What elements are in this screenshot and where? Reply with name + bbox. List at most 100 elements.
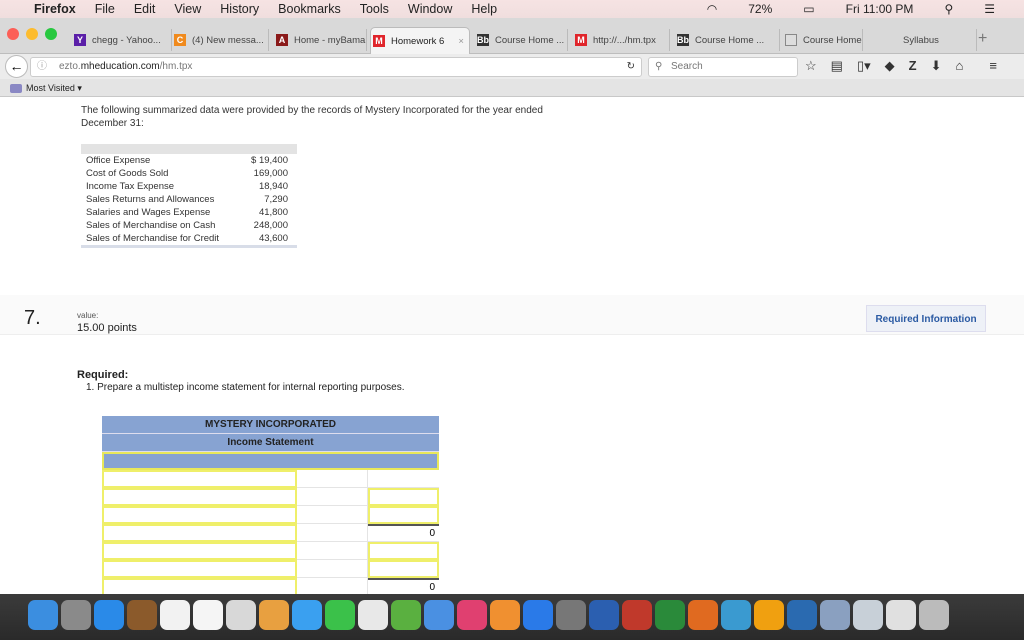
dock-app-icon[interactable]	[28, 600, 58, 630]
account-input[interactable]	[102, 578, 297, 594]
reload-icon[interactable]: ↻	[627, 58, 635, 76]
tab-label: Course Home	[803, 34, 862, 46]
menu-edit[interactable]: Edit	[134, 2, 156, 16]
amount-cell	[297, 506, 368, 524]
dock-app-icon[interactable]	[490, 600, 520, 630]
data-row: Salaries and Wages Expense 41,800	[81, 206, 297, 219]
points-value: 15.00 points	[77, 322, 137, 334]
dock-app-icon[interactable]	[160, 600, 190, 630]
dock-app-icon[interactable]	[325, 600, 355, 630]
dock-app-icon[interactable]	[193, 600, 223, 630]
tab[interactable]: A Home - myBama	[274, 29, 367, 51]
required-heading: Required:	[77, 369, 129, 381]
tab-favicon-icon: Y	[74, 34, 86, 46]
close-window-button[interactable]	[7, 28, 19, 40]
battery-percent[interactable]: 72%	[748, 2, 772, 16]
most-visited-button[interactable]: Most Visited ▾	[26, 83, 82, 93]
dock-app-icon[interactable]	[457, 600, 487, 630]
tab[interactable]: Mhttp://.../hm.tpx	[573, 29, 670, 51]
battery-icon[interactable]: ▭	[803, 2, 814, 16]
dock-app-icon[interactable]	[556, 600, 586, 630]
dock-app-icon[interactable]	[754, 600, 784, 630]
account-input[interactable]	[102, 560, 297, 578]
tab[interactable]: C (4) New messa...	[172, 29, 269, 51]
tab[interactable]: Course Home	[783, 29, 863, 51]
account-input[interactable]	[102, 506, 297, 524]
data-value: 169,000	[253, 168, 288, 179]
zotero-icon[interactable]: Z	[909, 58, 917, 74]
info-icon[interactable]: ⓘ	[37, 58, 47, 76]
search-input[interactable]: ⚲ Search	[648, 57, 798, 77]
dock-app-icon[interactable]	[391, 600, 421, 630]
account-input[interactable]	[102, 470, 297, 488]
dock-app-icon[interactable]	[94, 600, 124, 630]
home-icon[interactable]: ⌂	[956, 58, 964, 74]
dock-app-icon[interactable]	[688, 600, 718, 630]
pocket-icon[interactable]: ◆	[885, 58, 895, 74]
amount-input[interactable]	[368, 560, 439, 578]
minimize-window-button[interactable]	[26, 28, 38, 40]
spotlight-icon[interactable]: ⚲	[944, 2, 953, 16]
dock-app-icon[interactable]	[259, 600, 289, 630]
dock-app-icon[interactable]	[820, 600, 850, 630]
statement-row	[102, 470, 439, 488]
hamburger-menu-icon[interactable]: ≡	[989, 58, 997, 74]
dock-app-icon[interactable]	[127, 600, 157, 630]
dock-app-icon[interactable]	[853, 600, 883, 630]
dock-app-icon[interactable]	[787, 600, 817, 630]
clock[interactable]: Fri 11:00 PM	[846, 2, 914, 16]
dock-app-icon[interactable]	[589, 600, 619, 630]
amount-input[interactable]	[368, 488, 439, 506]
menu-history[interactable]: History	[220, 2, 259, 16]
dock-app-icon[interactable]	[622, 600, 652, 630]
data-value: 248,000	[253, 220, 288, 231]
close-tab-icon[interactable]: ×	[458, 36, 464, 47]
bookmark-star-icon[interactable]: ☆	[805, 58, 817, 74]
dock-app-icon[interactable]	[655, 600, 685, 630]
income-statement-table: MYSTERY INCORPORATED Income Statement 0 0	[102, 416, 439, 594]
dock-app-icon[interactable]	[358, 600, 388, 630]
menu-bookmarks[interactable]: Bookmarks	[278, 2, 341, 16]
new-tab-button[interactable]: +	[978, 30, 987, 48]
dock-app-icon[interactable]	[919, 600, 949, 630]
dock-app-icon[interactable]	[721, 600, 751, 630]
back-button[interactable]: ←	[5, 55, 28, 78]
menu-help[interactable]: Help	[471, 2, 497, 16]
account-input[interactable]	[102, 524, 297, 542]
tab[interactable]: Bb Course Home ...	[675, 29, 780, 51]
subtotal-value: 0	[368, 578, 439, 594]
dock-app-icon[interactable]	[523, 600, 553, 630]
menu-window[interactable]: Window	[408, 2, 452, 16]
dock-app-icon[interactable]	[61, 600, 91, 630]
menu-file[interactable]: File	[95, 2, 115, 16]
account-input[interactable]	[102, 542, 297, 560]
zoom-window-button[interactable]	[45, 28, 57, 40]
tab[interactable]: M Homework 6 ×	[370, 27, 470, 54]
wifi-icon[interactable]: ◠	[707, 2, 717, 16]
notification-center-icon[interactable]: ☰	[984, 2, 995, 16]
dock-app-icon[interactable]	[226, 600, 256, 630]
amount-input[interactable]	[368, 506, 439, 524]
amount-input[interactable]	[368, 542, 439, 560]
statement-date-input[interactable]	[102, 452, 439, 470]
download-icon[interactable]: ⬇	[931, 58, 942, 74]
url-bar[interactable]: ⓘ ezto.mheducation.com/hm.tpx ↻	[30, 57, 642, 77]
data-value: 7,290	[264, 194, 288, 205]
tab[interactable]: Syllabus	[867, 29, 977, 51]
tab[interactable]: Bb Course Home ...	[475, 29, 568, 51]
tab[interactable]: Ychegg - Yahoo...	[72, 29, 172, 51]
tab-bar: Ychegg - Yahoo... C (4) New messa... A Home …	[0, 18, 1024, 54]
account-input[interactable]	[102, 488, 297, 506]
menu-tools[interactable]: Tools	[360, 2, 389, 16]
dock	[0, 594, 1024, 640]
data-label: Salaries and Wages Expense	[86, 207, 211, 218]
required-information-button[interactable]: Required Information	[866, 305, 986, 332]
page-icon[interactable]: ▯▾	[857, 58, 871, 74]
reading-list-icon[interactable]: ▤	[831, 58, 843, 74]
dock-app-icon[interactable]	[424, 600, 454, 630]
menu-app[interactable]: Firefox	[34, 2, 76, 16]
dock-app-icon[interactable]	[292, 600, 322, 630]
menu-view[interactable]: View	[174, 2, 201, 16]
url-prefix: ezto.	[59, 61, 81, 72]
dock-app-icon[interactable]	[886, 600, 916, 630]
